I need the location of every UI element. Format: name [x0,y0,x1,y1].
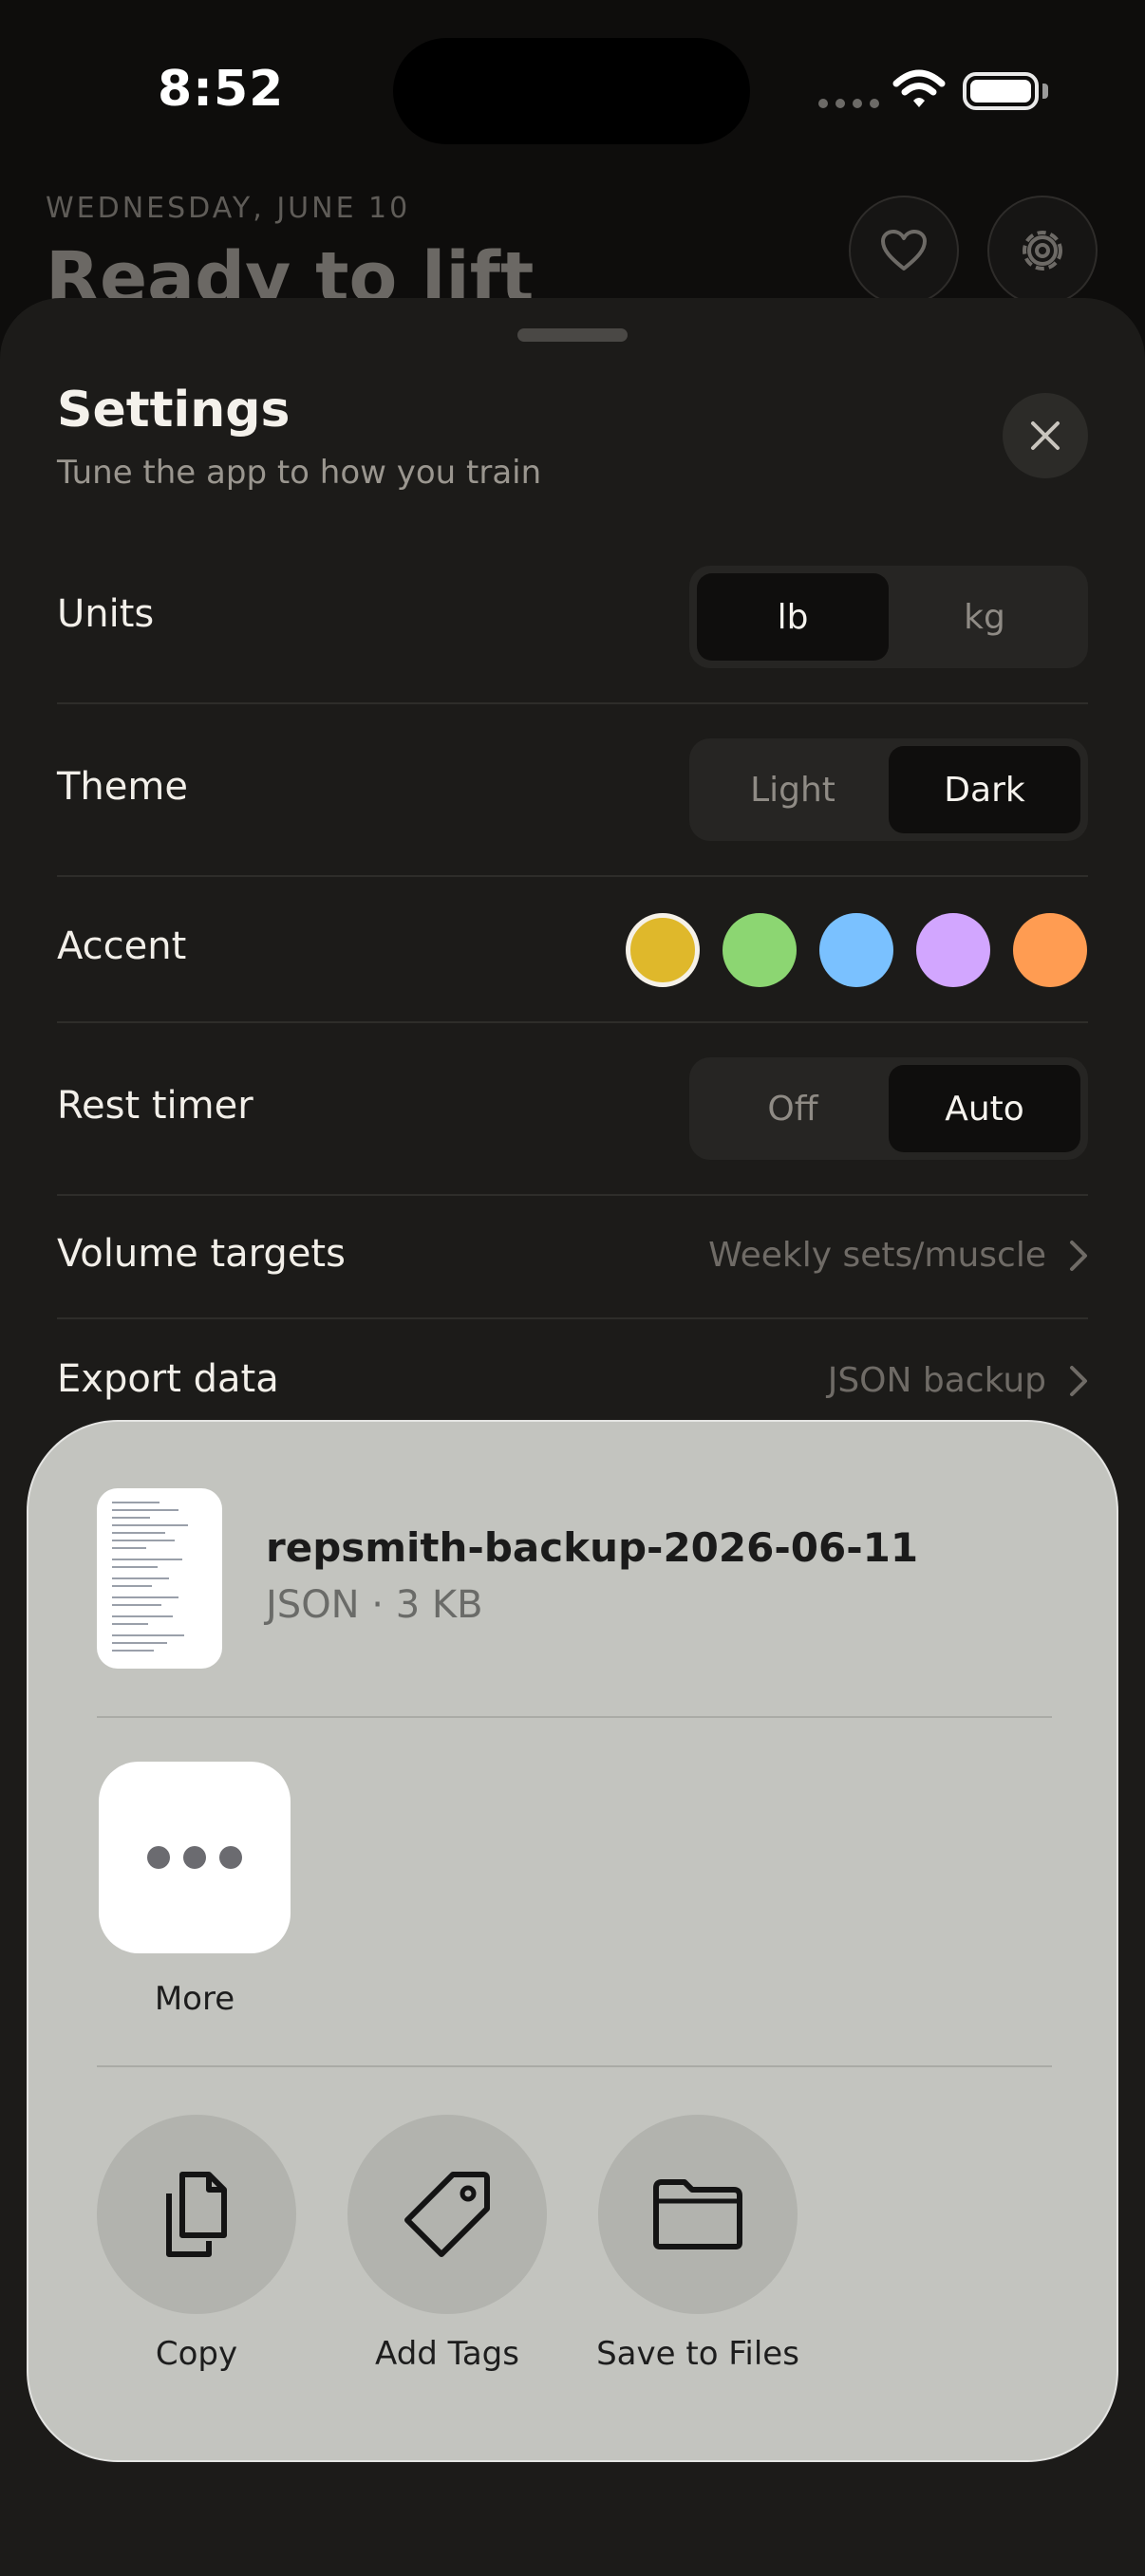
close-icon [1031,421,1060,450]
file-meta: JSON · 3 KB [266,1583,483,1627]
file-thumbnail [97,1488,222,1669]
more-label: More [154,1980,235,2018]
accent-swatch-green[interactable] [723,913,797,987]
add-tags-button[interactable] [347,2115,547,2314]
rest-timer-option-auto[interactable]: Auto [889,1065,1080,1152]
rest-timer-label: Rest timer [57,1084,253,1128]
save-to-files-button[interactable] [598,2115,798,2314]
file-name: repsmith-backup-2026-06-11 [266,1524,919,1571]
theme-label: Theme [57,765,188,809]
divider [57,702,1088,704]
divider [57,1194,1088,1196]
share-sheet: repsmith-backup-2026-06-11 JSON · 3 KB M… [27,1420,1118,2462]
sheet-grabber[interactable] [517,328,628,342]
copy-button[interactable] [97,2115,296,2314]
favorites-button[interactable] [849,196,959,306]
accent-swatch-blue[interactable] [819,913,893,987]
chevron-right-icon [1070,1365,1087,1396]
more-button[interactable] [99,1762,291,1953]
gear-icon [1023,231,1062,271]
units-option-kg[interactable]: kg [889,573,1080,661]
export-data-value: JSON backup [827,1361,1046,1400]
divider [57,875,1088,877]
volume-targets-label[interactable]: Volume targets [57,1232,346,1276]
volume-targets-value: Weekly sets/muscle [708,1236,1046,1275]
add-tags-label: Add Tags [375,2335,519,2373]
settings-button[interactable] [987,196,1098,306]
export-data-row[interactable]: JSON backup [828,1361,1088,1400]
theme-segmented-control: Light Dark [689,738,1088,841]
settings-title: Settings [57,382,291,439]
heart-icon [881,230,927,271]
close-button[interactable] [1003,393,1088,478]
settings-subtitle: Tune the app to how you train [57,454,542,492]
theme-option-dark[interactable]: Dark [889,746,1080,833]
folder-icon [653,2179,742,2249]
units-label: Units [57,592,155,636]
rest-timer-segmented-control: Off Auto [689,1057,1088,1160]
chevron-right-icon [1070,1240,1087,1271]
divider [57,1021,1088,1023]
accent-swatch-yellow[interactable] [626,913,700,987]
accent-label: Accent [57,924,187,968]
accent-swatch-orange[interactable] [1013,913,1087,987]
accent-swatch-purple[interactable] [916,913,990,987]
units-segmented-control: lb kg [689,566,1088,668]
battery-icon [963,72,1039,110]
copy-icon [166,2172,227,2257]
divider [97,1716,1052,1718]
units-option-lb[interactable]: lb [697,573,889,661]
theme-option-light[interactable]: Light [697,746,889,833]
rest-timer-option-off[interactable]: Off [697,1065,889,1152]
page-date: WEDNESDAY, JUNE 10 [46,192,411,225]
divider [57,1317,1088,1319]
save-to-files-label: Save to Files [596,2335,799,2373]
copy-label: Copy [155,2335,238,2373]
cellular-signal-icon [818,99,879,108]
more-dots-icon [147,1846,170,1869]
export-data-label[interactable]: Export data [57,1357,279,1401]
volume-targets-row[interactable]: Weekly sets/muscle [708,1236,1088,1275]
dynamic-island [393,38,750,144]
status-time: 8:52 [158,61,285,118]
wifi-icon [892,69,946,107]
divider [97,2065,1052,2067]
tag-icon [404,2172,490,2257]
